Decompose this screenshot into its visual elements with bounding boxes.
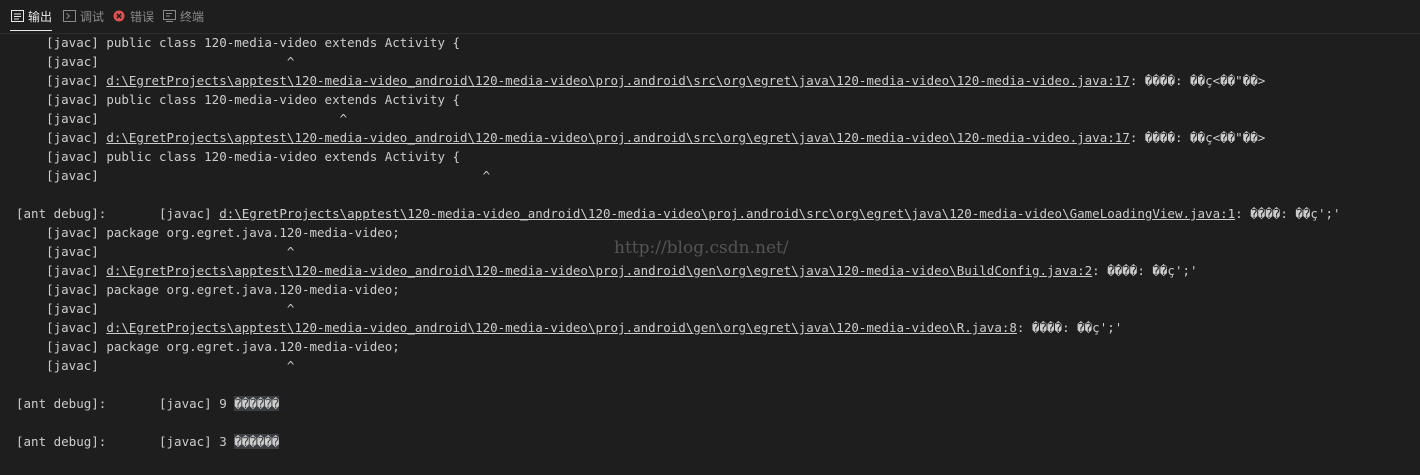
tab-output[interactable]: 输出 [10,0,53,32]
line-prefix: [javac] [16,73,107,88]
output-line: [javac] d:\EgretProjects\apptest\120-med… [16,71,1265,90]
output-line: [javac] d:\EgretProjects\apptest\120-med… [16,128,1265,147]
tab-errors[interactable]: 错误 [112,0,154,32]
file-path-link[interactable]: d:\EgretProjects\apptest\120-media-video… [219,206,1235,221]
line-prefix: [javac] ^ [16,301,295,316]
line-prefix: [javac] [16,130,107,145]
line-text: : ����: ��ç';' [1092,263,1198,278]
line-text: package org.egret.java.120-media-video; [106,339,400,354]
output-line: [ant debug]: [javac] 3 ������ [16,432,280,451]
output-line: [javac] package org.egret.java.120-media… [16,223,400,242]
file-path-link[interactable]: d:\EgretProjects\apptest\120-media-video… [106,130,1130,145]
line-prefix: [javac] [16,35,107,50]
line-prefix: [javac] [16,320,107,335]
line-prefix: [javac] [16,225,107,240]
output-line: [javac] d:\EgretProjects\apptest\120-med… [16,261,1198,280]
line-text: public class 120-media-video extends Act… [106,92,461,107]
tab-terminal-label: 终端 [180,9,205,24]
line-prefix: [javac] ^ [16,244,295,259]
line-prefix: [javac] ^ [16,168,491,183]
output-line: [ant debug]: [javac] d:\EgretProjects\ap… [16,204,1341,223]
output-line: [javac] public class 120-media-video ext… [16,147,460,166]
highlighted-text: ������ [234,434,280,449]
line-text: : ����: ��ç';' [1016,320,1123,335]
output-icon [10,9,24,23]
line-text: : ����: ��ç<��"��> [1129,130,1266,145]
line-prefix: [javac] ^ [16,111,348,126]
tab-debug-console-label: 调试 [80,9,105,24]
output-line: [javac] package org.egret.java.120-media… [16,280,400,299]
output-line: [javac] ^ [16,166,490,185]
panel-tab-bar: 输出 调试 错误 终端 [0,0,1420,34]
file-path-link[interactable]: d:\EgretProjects\apptest\120-media-video… [106,263,1092,278]
file-path-link[interactable]: d:\EgretProjects\apptest\120-media-video… [106,320,1017,335]
line-text: : ����: ��ç<��"��> [1129,73,1266,88]
line-prefix: [javac] [16,149,107,164]
output-line: [ant debug]: [javac] 9 ������ [16,394,280,413]
line-prefix: [javac] ^ [16,54,295,69]
line-prefix: [javac] [16,263,107,278]
debug-console-icon [62,9,76,23]
line-text: : ����: ��ç';' [1235,206,1341,221]
line-prefix: [javac] [16,282,107,297]
tab-errors-label: 错误 [130,9,155,24]
output-line: [javac] public class 120-media-video ext… [16,90,460,109]
line-text: public class 120-media-video extends Act… [106,35,461,50]
terminal-icon [162,9,176,23]
line-prefix: [ant debug]: [javac] 9 [16,396,235,411]
output-line: [javac] ^ [16,52,294,71]
output-line: [javac] ^ [16,109,347,128]
line-text: package org.egret.java.120-media-video; [106,282,400,297]
line-prefix: [javac] ^ [16,358,295,373]
highlighted-text: ������ [234,396,280,411]
output-line: [javac] ^ [16,299,294,318]
output-line: [javac] public class 120-media-video ext… [16,33,460,52]
output-line: [javac] ^ [16,242,294,261]
tab-debug-console[interactable]: 调试 [62,0,104,32]
line-prefix: [ant debug]: [javac] 3 [16,434,235,449]
line-text: public class 120-media-video extends Act… [106,149,461,164]
file-path-link[interactable]: d:\EgretProjects\apptest\120-media-video… [106,73,1130,88]
error-icon [112,9,126,23]
tab-output-label: 输出 [28,9,53,24]
output-line: [javac] package org.egret.java.120-media… [16,337,400,356]
output-line: [javac] ^ [16,356,294,375]
line-prefix: [javac] [16,339,107,354]
line-prefix: [ant debug]: [javac] [16,206,220,221]
tab-terminal[interactable]: 终端 [162,0,204,32]
line-prefix: [javac] [16,92,107,107]
output-line: [javac] d:\EgretProjects\apptest\120-med… [16,318,1122,337]
line-text: package org.egret.java.120-media-video; [106,225,400,240]
output-panel[interactable]: [javac] public class 120-media-video ext… [0,33,1420,475]
